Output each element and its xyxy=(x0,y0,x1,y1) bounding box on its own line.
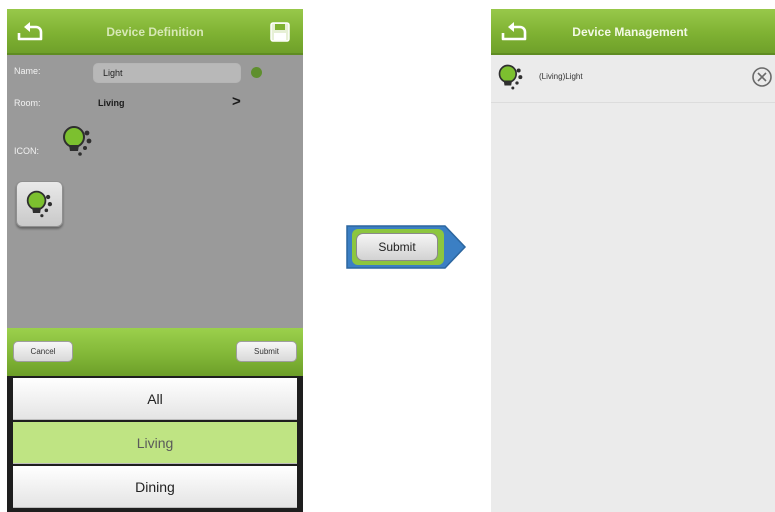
submit-button-highlight[interactable]: Submit xyxy=(356,233,438,261)
lightbulb-icon xyxy=(498,64,523,90)
room-value[interactable]: Living xyxy=(98,98,125,108)
page-title: Device Management xyxy=(572,25,688,39)
device-list-item[interactable]: (Living)Light xyxy=(491,55,775,103)
icon-label: ICON: xyxy=(14,146,40,156)
clear-name-icon[interactable] xyxy=(251,67,262,78)
submit-button[interactable]: Submit xyxy=(236,341,297,362)
lightbulb-icon xyxy=(63,126,92,156)
page-title: Device Definition xyxy=(106,25,204,39)
room-label: Room: xyxy=(14,98,41,108)
chevron-right-icon[interactable]: > xyxy=(232,93,241,110)
name-field[interactable] xyxy=(93,63,241,83)
device-management-screen: Device Management (Living)Light xyxy=(491,9,775,512)
submit-callout: Submit xyxy=(345,224,467,270)
remove-device-icon[interactable] xyxy=(751,66,773,88)
icon-picker-button[interactable] xyxy=(16,181,63,227)
header-bar: Device Definition xyxy=(7,9,303,55)
cancel-button[interactable]: Cancel xyxy=(13,341,73,362)
room-option-living[interactable]: Living xyxy=(13,422,297,464)
device-definition-screen: Device Definition Name: Room: Living > I… xyxy=(7,9,303,512)
room-option-all[interactable]: All xyxy=(13,378,297,420)
room-option-dining[interactable]: Dining xyxy=(13,466,297,508)
name-label: Name: xyxy=(14,66,41,76)
lightbulb-icon xyxy=(26,190,53,218)
save-icon[interactable] xyxy=(269,21,291,43)
device-label: (Living)Light xyxy=(539,72,583,81)
header-bar: Device Management xyxy=(491,9,775,55)
room-picker: All Living Dining xyxy=(7,376,303,512)
